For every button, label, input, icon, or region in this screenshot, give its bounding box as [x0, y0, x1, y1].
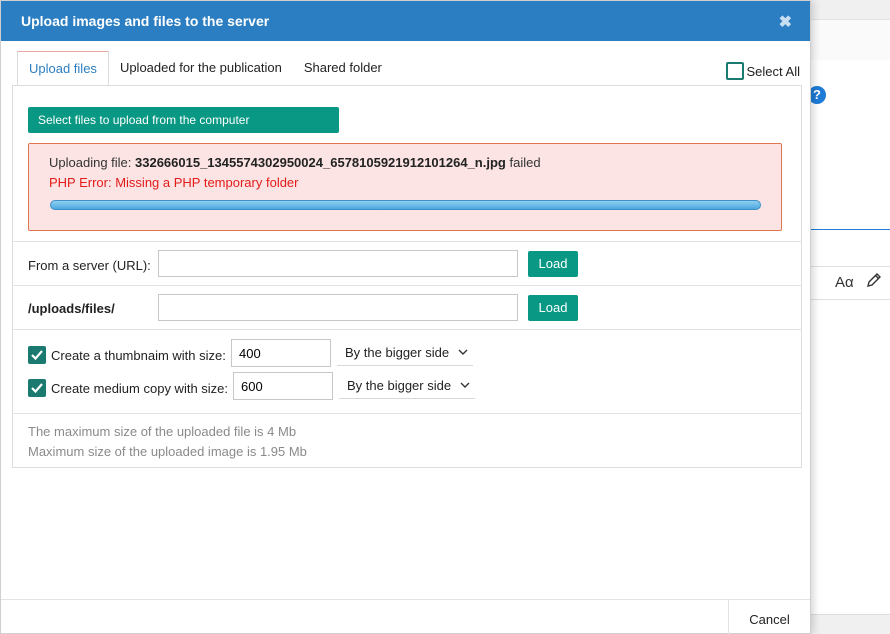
dialog-title: Upload images and files to the server [21, 13, 270, 29]
upload-error-box: Uploading file: 332666015_13455743029500… [28, 143, 782, 231]
resize-options-row: Create a thumbnaim with size: By the big… [13, 329, 801, 413]
pencil-icon[interactable] [866, 272, 882, 293]
upload-status-prefix: Uploading file: [49, 155, 135, 170]
upload-status-suffix: failed [505, 155, 541, 170]
tab-upload-files[interactable]: Upload files [17, 51, 109, 86]
file-size-limit: The maximum size of the uploaded file is… [28, 424, 297, 439]
upload-error-message: PHP Error: Missing a PHP temporary folde… [49, 175, 299, 190]
tab-bar: Upload files Uploaded for the publicatio… [17, 51, 393, 86]
image-size-limit: Maximum size of the uploaded image is 1.… [28, 444, 307, 459]
limits-row: The maximum size of the uploaded file is… [13, 413, 801, 467]
select-all-control[interactable]: Select All [725, 62, 800, 80]
uploads-path-load-button[interactable]: Load [528, 295, 578, 321]
select-all-label: Select All [746, 63, 800, 79]
tab-uploaded-for-publication[interactable]: Uploaded for the publication [109, 51, 293, 86]
thumbnail-mode-value: By the bigger side [345, 344, 450, 360]
close-icon[interactable]: ✖ [779, 12, 792, 32]
chevron-down-icon [458, 349, 468, 355]
uploads-path-row: /uploads/files/ Load [13, 285, 801, 329]
text-style-icon[interactable]: Aα [835, 274, 854, 291]
thumbnail-option[interactable]: Create a thumbnaim with size: [28, 346, 226, 364]
background-statusbar [810, 614, 890, 634]
background-topbar [810, 0, 890, 20]
thumbnail-label: Create a thumbnaim with size: [51, 347, 226, 363]
server-url-input[interactable] [158, 250, 518, 277]
medium-checkbox[interactable] [28, 379, 46, 397]
medium-mode-select[interactable]: By the bigger side [339, 372, 475, 399]
upload-status: Uploading file: 332666015_13455743029500… [49, 155, 761, 170]
medium-label: Create medium copy with size: [51, 380, 229, 396]
thumbnail-mode-select[interactable]: By the bigger side [337, 339, 473, 366]
server-url-load-button[interactable]: Load [528, 251, 578, 277]
server-url-row: From a server (URL): Load [13, 241, 801, 285]
checkmark-icon [31, 383, 43, 394]
medium-option[interactable]: Create medium copy with size: [28, 379, 228, 397]
background-header [810, 20, 890, 60]
select-all-checkbox[interactable] [725, 62, 744, 80]
upload-dialog: Upload images and files to the server ✖ … [0, 0, 811, 634]
medium-mode-value: By the bigger side [347, 377, 452, 393]
upload-panel: Select files to upload from the computer… [12, 85, 802, 468]
uploads-path-input[interactable] [158, 294, 518, 321]
thumbnail-size-input[interactable] [231, 339, 331, 367]
cancel-button[interactable]: Cancel [728, 600, 810, 634]
dialog-titlebar: Upload images and files to the server [1, 1, 810, 41]
tab-shared-folder[interactable]: Shared folder [293, 51, 393, 86]
select-files-button[interactable]: Select files to upload from the computer [28, 107, 339, 133]
uploads-path-label: /uploads/files/ [28, 301, 115, 316]
upload-file-name: 332666015_1345574302950024_6578105921912… [135, 155, 506, 170]
medium-size-input[interactable] [233, 372, 333, 400]
thumbnail-checkbox[interactable] [28, 346, 46, 364]
dialog-footer: Cancel [1, 599, 810, 634]
checkmark-icon [31, 350, 43, 361]
server-url-label: From a server (URL): [28, 258, 151, 273]
chevron-down-icon [460, 382, 470, 388]
upload-progress-bar [50, 200, 761, 210]
